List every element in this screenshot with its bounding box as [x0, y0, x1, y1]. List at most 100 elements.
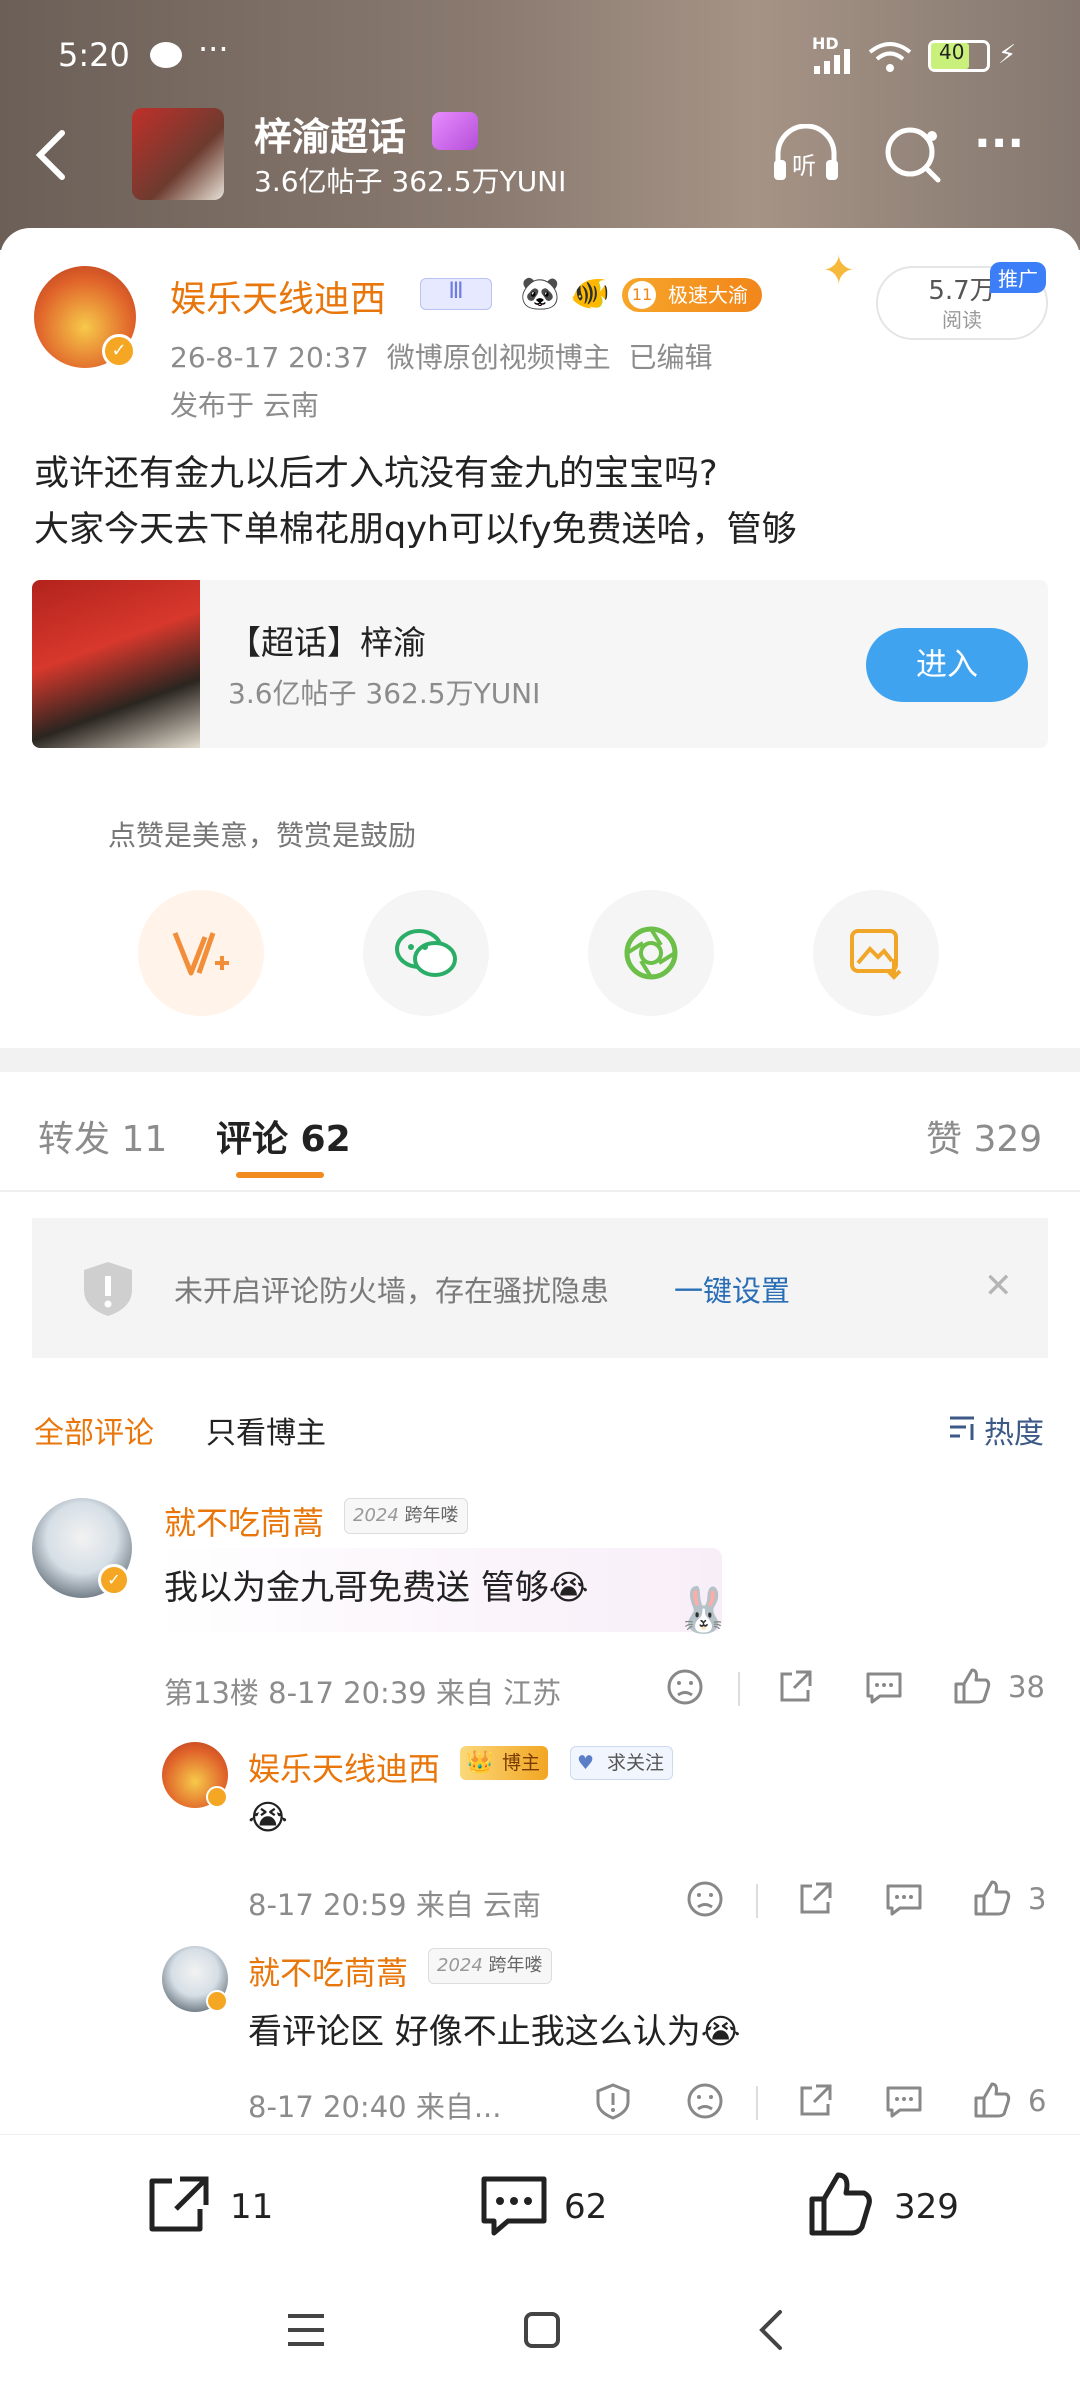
commenter-avatar[interactable]: ✓ [32, 1498, 132, 1598]
reward-hint: 点赞是美意，赞赏是鼓励 [108, 819, 417, 852]
reply-icon[interactable] [884, 2082, 924, 2124]
share-wechat-button[interactable] [363, 890, 489, 1016]
sort-icon [948, 1412, 978, 1450]
bunny-sticker-icon: 🐰 [676, 1585, 731, 1636]
wifi-icon [868, 40, 912, 78]
post-text: 或许还有金九以后才入坑没有金九的宝宝吗? 大家今天去下单棉花朋qyh可以fy免费… [34, 454, 797, 550]
firewall-text: 未开启评论防火墙，存在骚扰隐患 [174, 1274, 610, 1308]
sort-button[interactable]: 热度 [948, 1408, 1044, 1452]
repost-icon [149, 2176, 209, 2232]
section-divider [0, 1048, 1080, 1072]
repost-icon[interactable] [796, 2082, 834, 2124]
shield-icon [80, 1258, 136, 1322]
repost-icon[interactable] [776, 1668, 814, 1710]
post-card: ✓ 娱乐天线迪西 Ⅲ 🐼 🐠 11 极速大渝 26-8-17 20:37 微博原… [0, 228, 1080, 1048]
reply-text: 看评论区 好像不止我这么认为😭 [248, 2012, 741, 2052]
commenter-name[interactable]: 就不吃茼蒿 [164, 1498, 324, 1544]
status-time: 5:20 [58, 36, 130, 74]
like-icon[interactable] [972, 1878, 1012, 1922]
search-icon[interactable] [882, 124, 942, 188]
dislike-icon[interactable] [686, 2082, 724, 2124]
signal-icon [812, 48, 856, 78]
promo-tag: 推广 [990, 262, 1046, 293]
more-notifications-icon: ··· [198, 30, 229, 68]
verified-icon: ✓ [102, 334, 136, 368]
supertopic-avatar[interactable] [132, 108, 224, 200]
reply-icon[interactable] [864, 1668, 904, 1710]
reply-author-name[interactable]: 就不吃茼蒿 [248, 1948, 408, 1994]
reward-button[interactable] [138, 890, 264, 1016]
firewall-banner: 未开启评论防火墙，存在骚扰隐患 一键设置 ✕ [32, 1218, 1048, 1358]
new-year-badge: 2024 跨年喽 [428, 1948, 552, 1984]
follow-badge[interactable]: ♥ 求关注 [570, 1746, 674, 1780]
tab-indicator [236, 1172, 324, 1178]
filter-all-comments[interactable]: 全部评论 [34, 1408, 154, 1452]
tab-repost[interactable]: 转发 11 [38, 1110, 167, 1162]
system-back-icon[interactable] [756, 2308, 786, 2356]
svg-text:听: 听 [792, 152, 816, 180]
topic-title: 梓渝超话 [254, 115, 407, 159]
supertopic-stats: 3.6亿帖子 362.5万YUNI [228, 677, 541, 710]
verified-icon: ✓ [98, 1564, 130, 1596]
reply-meta: 8-17 20:40 来自... [248, 2090, 502, 2124]
tab-comment[interactable]: 评论 62 [216, 1110, 351, 1162]
reply-text: 😭 [248, 1798, 288, 1838]
comment-meta: 第13楼 8-17 20:39 来自 江苏 [164, 1676, 562, 1710]
author-avatar[interactable]: ✓ [34, 266, 136, 368]
supertopic-card[interactable]: 【超话】梓渝 3.6亿帖子 362.5万YUNI 进入 [32, 580, 1048, 748]
more-options-icon[interactable]: ··· [974, 118, 1024, 169]
reply-avatar[interactable] [162, 1946, 228, 2012]
save-image-button[interactable] [813, 890, 939, 1016]
level-gem-icon [432, 112, 478, 150]
comment-like-count: 38 [1008, 1670, 1045, 1704]
bottom-action-bar: 11 62 329 [0, 2134, 1080, 2264]
like-icon[interactable] [952, 1666, 992, 1710]
new-year-badge: 2024 跨年喽 [344, 1498, 468, 1534]
panda-icon: 🐼 [520, 274, 560, 312]
topic-stats: 3.6亿帖子 362.5万YUNI [254, 165, 567, 198]
bottom-repost-button[interactable]: 11 [144, 2173, 273, 2241]
topic-header: 5:20 ··· HD 40 ⚡ 梓渝超话 3.6亿帖子 362.5万YUNI … [0, 0, 1080, 250]
like-icon [809, 2172, 872, 2236]
comment-text: 我以为金九哥免费送 管够😭 [164, 1568, 589, 1608]
listen-icon[interactable]: 听 [770, 123, 842, 188]
author-name[interactable]: 娱乐天线迪西 [170, 270, 386, 322]
reply-like-count: 6 [1028, 2084, 1047, 2118]
post-meta: 26-8-17 20:37 微博原创视频博主 已编辑 [170, 341, 713, 374]
enter-button[interactable]: 进入 [866, 628, 1028, 702]
share-moments-button[interactable] [588, 890, 714, 1016]
charging-icon: ⚡ [998, 40, 1017, 70]
reply-like-count: 3 [1028, 1882, 1047, 1916]
wechat-share-icon [395, 929, 457, 977]
dislike-icon[interactable] [666, 1668, 704, 1710]
verified-icon [206, 1990, 228, 2012]
tabs-divider [0, 1190, 1080, 1192]
tab-like[interactable]: 赞 329 [926, 1110, 1042, 1162]
battery-icon: 40 [928, 40, 990, 72]
dislike-icon[interactable] [686, 1880, 724, 1922]
meta-divider [756, 1884, 758, 1918]
firewall-setup-link[interactable]: 一键设置 [674, 1268, 790, 1310]
menu-icon[interactable] [286, 2312, 326, 2352]
home-icon[interactable] [522, 2310, 562, 2354]
close-icon[interactable]: ✕ [984, 1266, 1013, 1306]
bottom-like-button[interactable]: 329 [806, 2169, 959, 2243]
meta-divider [756, 2086, 758, 2120]
wechat-icon [150, 42, 182, 68]
back-button[interactable] [30, 125, 70, 189]
fan-badge: 11 极速大渝 [622, 278, 762, 312]
supertopic-title: 【超话】梓渝 [228, 623, 426, 662]
user-level-badge: Ⅲ [420, 278, 492, 310]
report-icon[interactable] [594, 2082, 632, 2124]
repost-icon[interactable] [796, 1880, 834, 1922]
reply-avatar[interactable] [162, 1742, 228, 1808]
reply-meta: 8-17 20:59 来自 云南 [248, 1888, 542, 1922]
bottom-comment-button[interactable]: 62 [478, 2173, 607, 2243]
reply-author-name[interactable]: 娱乐天线迪西 [248, 1744, 440, 1790]
comment-icon [481, 2176, 547, 2236]
reply-icon[interactable] [884, 1880, 924, 1922]
like-icon[interactable] [972, 2080, 1012, 2124]
filter-author-only[interactable]: 只看博主 [206, 1408, 326, 1452]
reward-icon [172, 932, 229, 976]
moments-icon [624, 926, 678, 980]
